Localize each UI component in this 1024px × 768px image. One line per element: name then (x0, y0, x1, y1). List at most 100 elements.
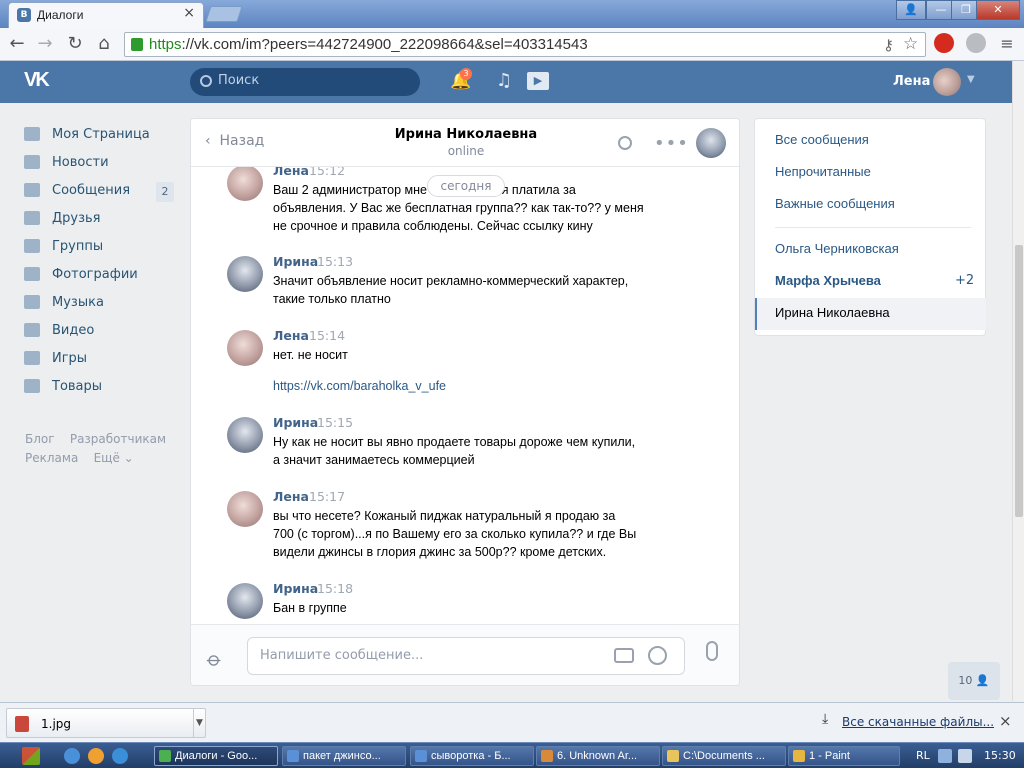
footer-link-developers[interactable]: Разработчикам (70, 432, 166, 446)
message-line: нет. не носит (273, 348, 348, 362)
author-avatar[interactable] (227, 167, 263, 201)
new-tab-button[interactable] (205, 6, 243, 22)
filter-all-messages[interactable]: Все сообщения (775, 132, 869, 147)
bookmark-star-icon[interactable]: ☆ (903, 34, 918, 54)
message-author[interactable]: Лена (273, 167, 309, 178)
menu-item-label: Сообщения (52, 182, 131, 198)
menu-item-video[interactable]: Видео (24, 316, 180, 344)
volume-icon[interactable] (958, 749, 972, 763)
peer-avatar[interactable] (696, 128, 726, 158)
windows-taskbar: Диалоги - Goo... пакет джинсо... сыворот… (0, 742, 1024, 768)
message-link[interactable]: https://vk.com/baraholka_v_ufe (273, 377, 673, 395)
conversation-link-active[interactable]: Ирина Николаевна (775, 305, 890, 320)
chevron-down-icon[interactable]: ▼ (967, 74, 975, 85)
message-author[interactable]: Ирина (273, 581, 318, 596)
menu-item-photos[interactable]: Фотографии (24, 260, 180, 288)
online-friends-button[interactable]: 10 👤 (948, 662, 1000, 700)
message-author[interactable]: Лена (273, 328, 309, 343)
search-input[interactable]: Поиск (190, 68, 420, 96)
message-line: Бан в группе (273, 601, 347, 615)
chevron-down-icon: ⌄ (123, 451, 134, 465)
menu-item-music[interactable]: Музыка (24, 288, 180, 316)
message-author[interactable]: Ирина (273, 254, 318, 269)
conversation-link[interactable]: Марфа Хрычева (775, 273, 881, 288)
menu-item-news[interactable]: Новости (24, 148, 180, 176)
ie-icon[interactable] (112, 748, 128, 764)
author-avatar[interactable] (227, 417, 263, 453)
filter-important[interactable]: Важные сообщения (775, 196, 895, 211)
menu-item-goods[interactable]: Товары (24, 372, 180, 400)
message-line: Ну как не носит вы явно продаете товары … (273, 435, 636, 449)
message-line: Значит объявление носит рекламно-коммерч… (273, 274, 629, 288)
footer-link-more[interactable]: Ещё (94, 451, 120, 465)
page-scrollbar[interactable] (1012, 61, 1024, 701)
user-avatar[interactable] (933, 68, 961, 96)
scrollbar-thumb[interactable] (1015, 245, 1023, 517)
download-item[interactable]: 1.jpg ▼ (6, 708, 206, 738)
tab-close-icon[interactable]: × (183, 5, 195, 21)
footer-link-ads[interactable]: Реклама (25, 451, 78, 465)
browser-tab-active[interactable]: B Диалоги × (8, 2, 204, 28)
more-options-icon[interactable]: ••• (654, 133, 689, 154)
taskbar-item[interactable]: C:\Documents ... (662, 746, 786, 766)
conversation-link[interactable]: Ольга Черниковская (775, 241, 899, 256)
adblock-icon[interactable] (934, 33, 954, 53)
message-author[interactable]: Ирина (273, 415, 318, 430)
message-line: не срочное и правила соблюдены. Сейчас с… (273, 219, 593, 233)
close-window-button[interactable]: ✕ (976, 0, 1020, 20)
video-play-icon[interactable]: ▶ (527, 72, 549, 90)
home-icon[interactable]: ⌂ (93, 33, 115, 55)
filter-unread[interactable]: Непрочитанные (775, 164, 871, 179)
taskbar-item[interactable]: 1 - Paint (788, 746, 900, 766)
profile-button[interactable]: 👤 (896, 0, 926, 20)
forward-arrow-icon[interactable]: → (34, 33, 56, 55)
attach-paperclip-icon[interactable]: ⌀ (202, 646, 227, 671)
all-downloads-link[interactable]: Все скачанные файлы... (842, 715, 994, 729)
menu-item-games[interactable]: Игры (24, 344, 180, 372)
microphone-icon[interactable] (706, 641, 718, 661)
chat-header: ‹ Назад Ирина Николаевна online ••• (191, 119, 739, 167)
reload-icon[interactable]: ↻ (64, 33, 86, 55)
user-name[interactable]: Лена (893, 74, 930, 89)
taskbar-label: C:\Documents ... (683, 750, 765, 762)
address-bar[interactable]: https://vk.com/im?peers=442724900_222098… (124, 32, 926, 57)
author-avatar[interactable] (227, 491, 263, 527)
back-arrow-icon[interactable]: ← (6, 33, 28, 55)
taskbar-item[interactable]: Диалоги - Goo... (154, 746, 278, 766)
date-separator-pill: сегодня (427, 175, 505, 197)
quicklaunch-icon[interactable] (64, 748, 80, 764)
camera-icon[interactable] (614, 648, 634, 663)
chevron-down-icon[interactable]: ▼ (193, 709, 205, 737)
search-icon[interactable] (618, 136, 632, 150)
menu-icon[interactable]: ≡ (996, 33, 1018, 55)
taskbar-item[interactable]: сыворотка - Б... (410, 746, 534, 766)
message-author[interactable]: Лена (273, 489, 309, 504)
notifications-badge: 3 (460, 68, 472, 80)
message-time: 15:18 (317, 581, 354, 596)
network-icon[interactable] (938, 749, 952, 763)
vk-logo[interactable]: VK (24, 69, 60, 93)
smile-emoji-icon[interactable] (648, 646, 667, 665)
profile-icon: 👤 (904, 3, 918, 16)
music-note-icon[interactable]: ♫ (496, 70, 512, 91)
taskbar-item[interactable]: 6. Unknown Ar... (536, 746, 660, 766)
firefox-icon[interactable] (88, 748, 104, 764)
message-history[interactable]: Лена 15:12 Ваш 2 администратор мне пишет… (191, 167, 739, 625)
menu-item-my-page[interactable]: Моя Страница (24, 120, 180, 148)
message-text: Значит объявление носит рекламно-коммерч… (273, 272, 673, 308)
menu-item-groups[interactable]: Группы (24, 232, 180, 260)
author-avatar[interactable] (227, 256, 263, 292)
taskbar-item[interactable]: пакет джинсо... (282, 746, 406, 766)
clock[interactable]: 15:30 (984, 749, 1016, 762)
key-icon[interactable]: ⚷ (883, 36, 894, 54)
author-avatar[interactable] (227, 583, 263, 619)
author-avatar[interactable] (227, 330, 263, 366)
menu-item-friends[interactable]: Друзья (24, 204, 180, 232)
start-button-icon[interactable] (22, 747, 40, 765)
menu-item-messages[interactable]: Сообщения 2 (24, 176, 180, 204)
footer-link-blog[interactable]: Блог (25, 432, 55, 446)
extension-icon[interactable] (966, 33, 986, 53)
message-input[interactable]: Напишите сообщение... (247, 637, 685, 675)
downloads-close-icon[interactable]: × (999, 712, 1012, 730)
language-indicator[interactable]: RL (916, 749, 930, 762)
